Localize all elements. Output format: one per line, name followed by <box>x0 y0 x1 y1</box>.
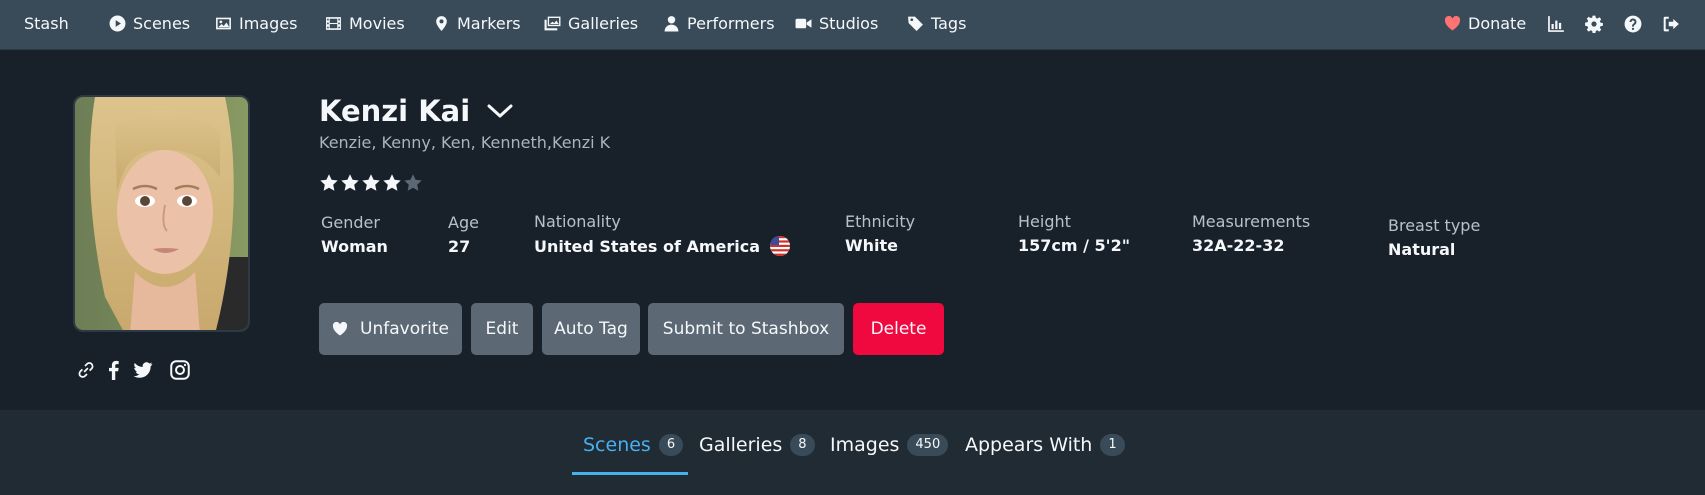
logout-icon[interactable] <box>1662 15 1680 33</box>
detail-label: Nationality <box>534 212 621 231</box>
tab-count-badge: 1 <box>1100 434 1125 456</box>
tab-galleries[interactable]: Galleries 8 <box>699 434 815 456</box>
detail-value: White <box>845 236 899 255</box>
tab-images[interactable]: Images 450 <box>830 434 949 456</box>
tab-label: Images <box>830 434 900 456</box>
tab-label: Galleries <box>699 434 783 456</box>
nav-item-label: Scenes <box>133 14 191 33</box>
tab-label: Scenes <box>583 434 651 456</box>
heart-icon <box>1444 15 1461 32</box>
top-navbar: Stash Scenes Images Movies Markers Galle… <box>0 0 1705 50</box>
star-empty-icon[interactable] <box>403 173 423 193</box>
nav-item-movies[interactable]: Movies <box>325 14 405 33</box>
map-marker-icon <box>433 15 450 32</box>
nav-item-label: Performers <box>687 14 775 33</box>
active-tab-indicator <box>572 472 688 475</box>
auto-tag-button[interactable]: Auto Tag <box>542 303 640 355</box>
star-filled-icon[interactable] <box>361 173 381 193</box>
twitter-icon[interactable] <box>133 360 153 380</box>
detail-value: Woman <box>321 237 388 256</box>
detail-breast-type: Breast type Natural <box>1388 216 1480 259</box>
tab-count-badge: 450 <box>907 434 949 456</box>
detail-label: Gender <box>321 213 380 232</box>
tab-count-badge: 8 <box>790 434 815 456</box>
detail-nationality: Nationality United States of America <box>534 212 791 256</box>
tab-count-badge: 6 <box>658 434 684 456</box>
nav-item-label: Movies <box>349 14 405 33</box>
help-icon[interactable] <box>1624 15 1642 33</box>
nav-item-markers[interactable]: Markers <box>433 14 521 33</box>
performer-aliases: Kenzie, Kenny, Ken, Kenneth,Kenzi K <box>319 133 611 152</box>
us-flag-icon <box>770 236 791 256</box>
detail-age: Age 27 <box>448 213 479 256</box>
detail-label: Height <box>1018 212 1071 231</box>
nav-item-galleries[interactable]: Galleries <box>544 14 638 33</box>
performer-portrait[interactable] <box>73 95 250 332</box>
rating-stars[interactable] <box>319 173 423 193</box>
star-filled-icon[interactable] <box>319 173 339 193</box>
facebook-icon[interactable] <box>104 360 124 380</box>
unfavorite-button[interactable]: Unfavorite <box>319 303 462 355</box>
unfavorite-label: Unfavorite <box>360 319 449 339</box>
detail-ethnicity: Ethnicity White <box>845 212 915 255</box>
star-filled-icon[interactable] <box>382 173 402 193</box>
image-icon <box>215 15 232 32</box>
detail-value: 157cm / 5'2" <box>1018 236 1131 255</box>
detail-label: Breast type <box>1388 216 1481 235</box>
images-icon <box>544 15 561 32</box>
donate-label: Donate <box>1468 14 1527 33</box>
brand-link[interactable]: Stash <box>24 14 69 33</box>
play-circle-icon <box>109 15 126 32</box>
nav-item-images[interactable]: Images <box>215 14 297 33</box>
nav-item-label: Studios <box>819 14 879 33</box>
edit-button[interactable]: Edit <box>471 303 533 355</box>
donate-link[interactable]: Donate <box>1444 14 1526 33</box>
performer-name: Kenzi Kai <box>319 94 471 128</box>
detail-label: Ethnicity <box>845 212 916 231</box>
detail-value: Natural <box>1388 240 1456 259</box>
heart-icon <box>332 321 348 337</box>
user-icon <box>663 15 680 32</box>
detail-label: Measurements <box>1192 212 1311 231</box>
nav-item-scenes[interactable]: Scenes <box>109 14 190 33</box>
detail-value: 32A-22-32 <box>1192 236 1285 255</box>
detail-value: 27 <box>448 237 471 256</box>
delete-button[interactable]: Delete <box>853 303 944 355</box>
tag-icon <box>907 15 924 32</box>
nav-item-label: Tags <box>931 14 967 33</box>
nav-item-performers[interactable]: Performers <box>663 14 775 33</box>
video-icon <box>795 15 812 32</box>
detail-gender: Gender Woman <box>321 213 388 256</box>
tab-label: Appears With <box>965 434 1093 456</box>
detail-measurements: Measurements 32A-22-32 <box>1192 212 1310 255</box>
nav-item-tags[interactable]: Tags <box>907 14 966 33</box>
nav-item-label: Galleries <box>568 14 639 33</box>
nav-item-label: Images <box>239 14 298 33</box>
film-icon <box>325 15 342 32</box>
detail-label: Age <box>448 213 479 232</box>
link-icon[interactable] <box>76 360 96 380</box>
submit-stashbox-button[interactable]: Submit to Stashbox <box>648 303 844 355</box>
instagram-icon[interactable] <box>170 360 190 380</box>
star-filled-icon[interactable] <box>340 173 360 193</box>
detail-value: United States of America <box>534 236 791 256</box>
detail-height: Height 157cm / 5'2" <box>1018 212 1130 255</box>
tab-appears-with[interactable]: Appears With 1 <box>965 434 1125 456</box>
chevron-down-icon[interactable] <box>486 101 514 121</box>
gear-icon[interactable] <box>1585 15 1603 33</box>
nav-item-studios[interactable]: Studios <box>795 14 878 33</box>
stats-icon[interactable] <box>1547 15 1565 33</box>
tab-scenes[interactable]: Scenes 6 <box>583 434 684 456</box>
nav-item-label: Markers <box>457 14 521 33</box>
